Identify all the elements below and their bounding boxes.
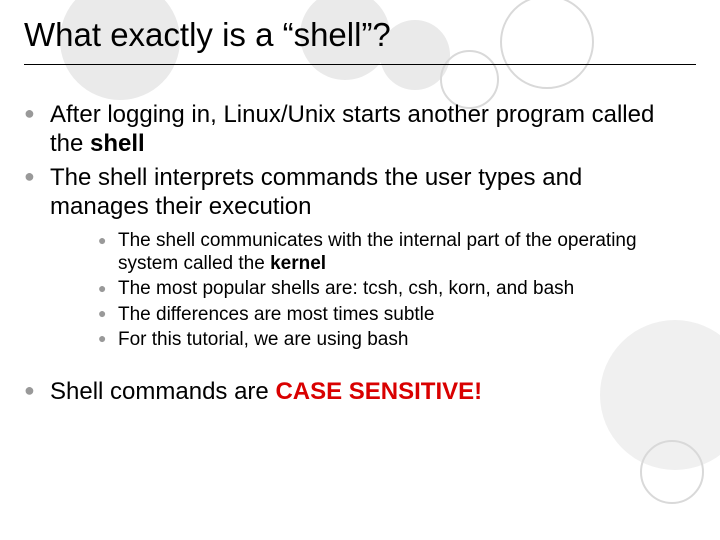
bullet-item: The shell interprets commands the user t… bbox=[24, 163, 680, 351]
bullet-text-bold: kernel bbox=[270, 253, 326, 274]
bullet-item: Shell commands are CASE SENSITIVE! bbox=[24, 377, 680, 406]
bullet-text-bold: shell bbox=[90, 130, 145, 157]
bullet-item: After logging in, Linux/Unix starts anot… bbox=[24, 100, 680, 159]
slide-title: What exactly is a “shell”? bbox=[24, 16, 696, 65]
bullet-text-bold-red: CASE SENSITIVE! bbox=[275, 378, 482, 405]
bullet-text: The shell communicates with the internal… bbox=[118, 230, 637, 274]
sub-bullet-item: For this tutorial, we are using bash bbox=[98, 328, 680, 351]
sub-bullet-item: The shell communicates with the internal… bbox=[98, 229, 680, 275]
slide-body: After logging in, Linux/Unix starts anot… bbox=[24, 100, 680, 410]
sub-bullet-item: The differences are most times subtle bbox=[98, 303, 680, 326]
deco-circle bbox=[640, 440, 704, 504]
bullet-text: Shell commands are bbox=[50, 378, 275, 405]
bullet-text: The shell interprets commands the user t… bbox=[50, 164, 582, 220]
sub-bullet-item: The most popular shells are: tcsh, csh, … bbox=[98, 277, 680, 300]
